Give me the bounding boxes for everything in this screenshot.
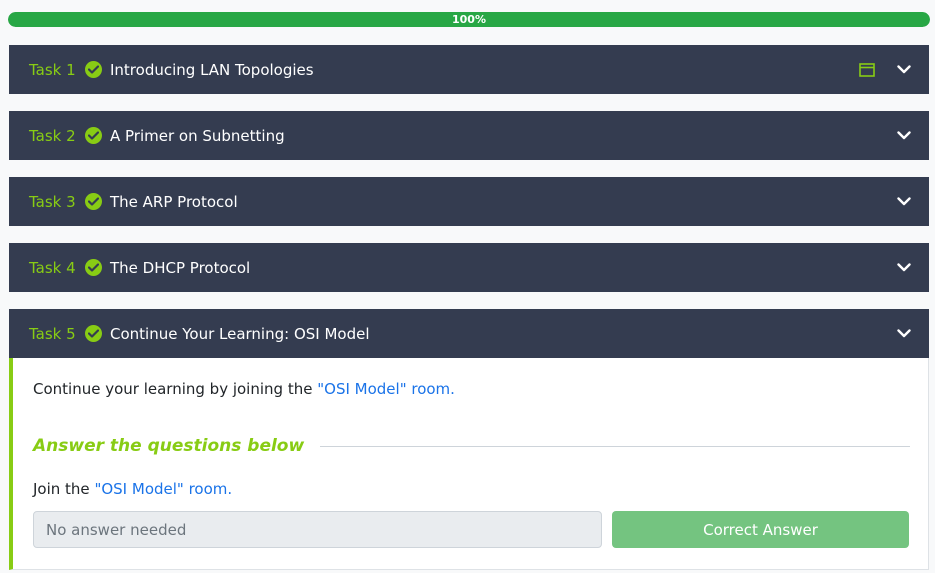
osi-room-link[interactable]: "OSI Model" room.: [317, 380, 455, 398]
task-header-5[interactable]: Task 5 Continue Your Learning: OSI Model: [9, 309, 929, 358]
task-title: The DHCP Protocol: [110, 258, 251, 277]
task-intro-text: Continue your learning by joining the: [33, 380, 313, 398]
check-circle-icon: [85, 193, 102, 210]
answer-heading: Answer the questions below: [33, 436, 305, 456]
task-intro: Continue your learning by joining the "O…: [33, 380, 455, 398]
progress-bar: 100%: [8, 12, 930, 27]
correct-answer-button[interactable]: Correct Answer: [612, 511, 909, 548]
task-title: A Primer on Subnetting: [110, 126, 285, 145]
window-icon[interactable]: [859, 62, 875, 77]
chevron-down-icon[interactable]: [897, 197, 911, 206]
question-label: Join the: [33, 480, 90, 498]
task-number: Task 3: [29, 192, 76, 211]
check-circle-icon: [85, 61, 102, 78]
task-5-content: Continue your learning by joining the "O…: [9, 358, 929, 570]
task-header-4[interactable]: Task 4 The DHCP Protocol: [9, 243, 929, 292]
progress-bar-fill: 100%: [8, 12, 930, 27]
chevron-down-icon[interactable]: [897, 263, 911, 272]
question-text: Join the "OSI Model" room.: [33, 480, 232, 498]
task-header-3[interactable]: Task 3 The ARP Protocol: [9, 177, 929, 226]
chevron-down-icon[interactable]: [897, 65, 911, 74]
task-number: Task 5: [29, 324, 76, 343]
question-room-link[interactable]: "OSI Model" room.: [94, 480, 232, 498]
task-title: Continue Your Learning: OSI Model: [110, 324, 370, 343]
check-circle-icon: [85, 259, 102, 276]
progress-label: 100%: [452, 13, 486, 26]
check-circle-icon: [85, 325, 102, 342]
task-header-2[interactable]: Task 2 A Primer on Subnetting: [9, 111, 929, 160]
chevron-down-icon[interactable]: [897, 329, 911, 338]
divider: [320, 445, 910, 447]
task-number: Task 2: [29, 126, 76, 145]
task-header-1[interactable]: Task 1 Introducing LAN Topologies: [9, 45, 929, 94]
answer-section-header: Answer the questions below: [33, 436, 910, 456]
task-number: Task 1: [29, 60, 76, 79]
check-circle-icon: [85, 127, 102, 144]
task-title: Introducing LAN Topologies: [110, 60, 314, 79]
chevron-down-icon[interactable]: [897, 131, 911, 140]
answer-input[interactable]: [33, 511, 602, 548]
task-number: Task 4: [29, 258, 76, 277]
task-title: The ARP Protocol: [110, 192, 238, 211]
